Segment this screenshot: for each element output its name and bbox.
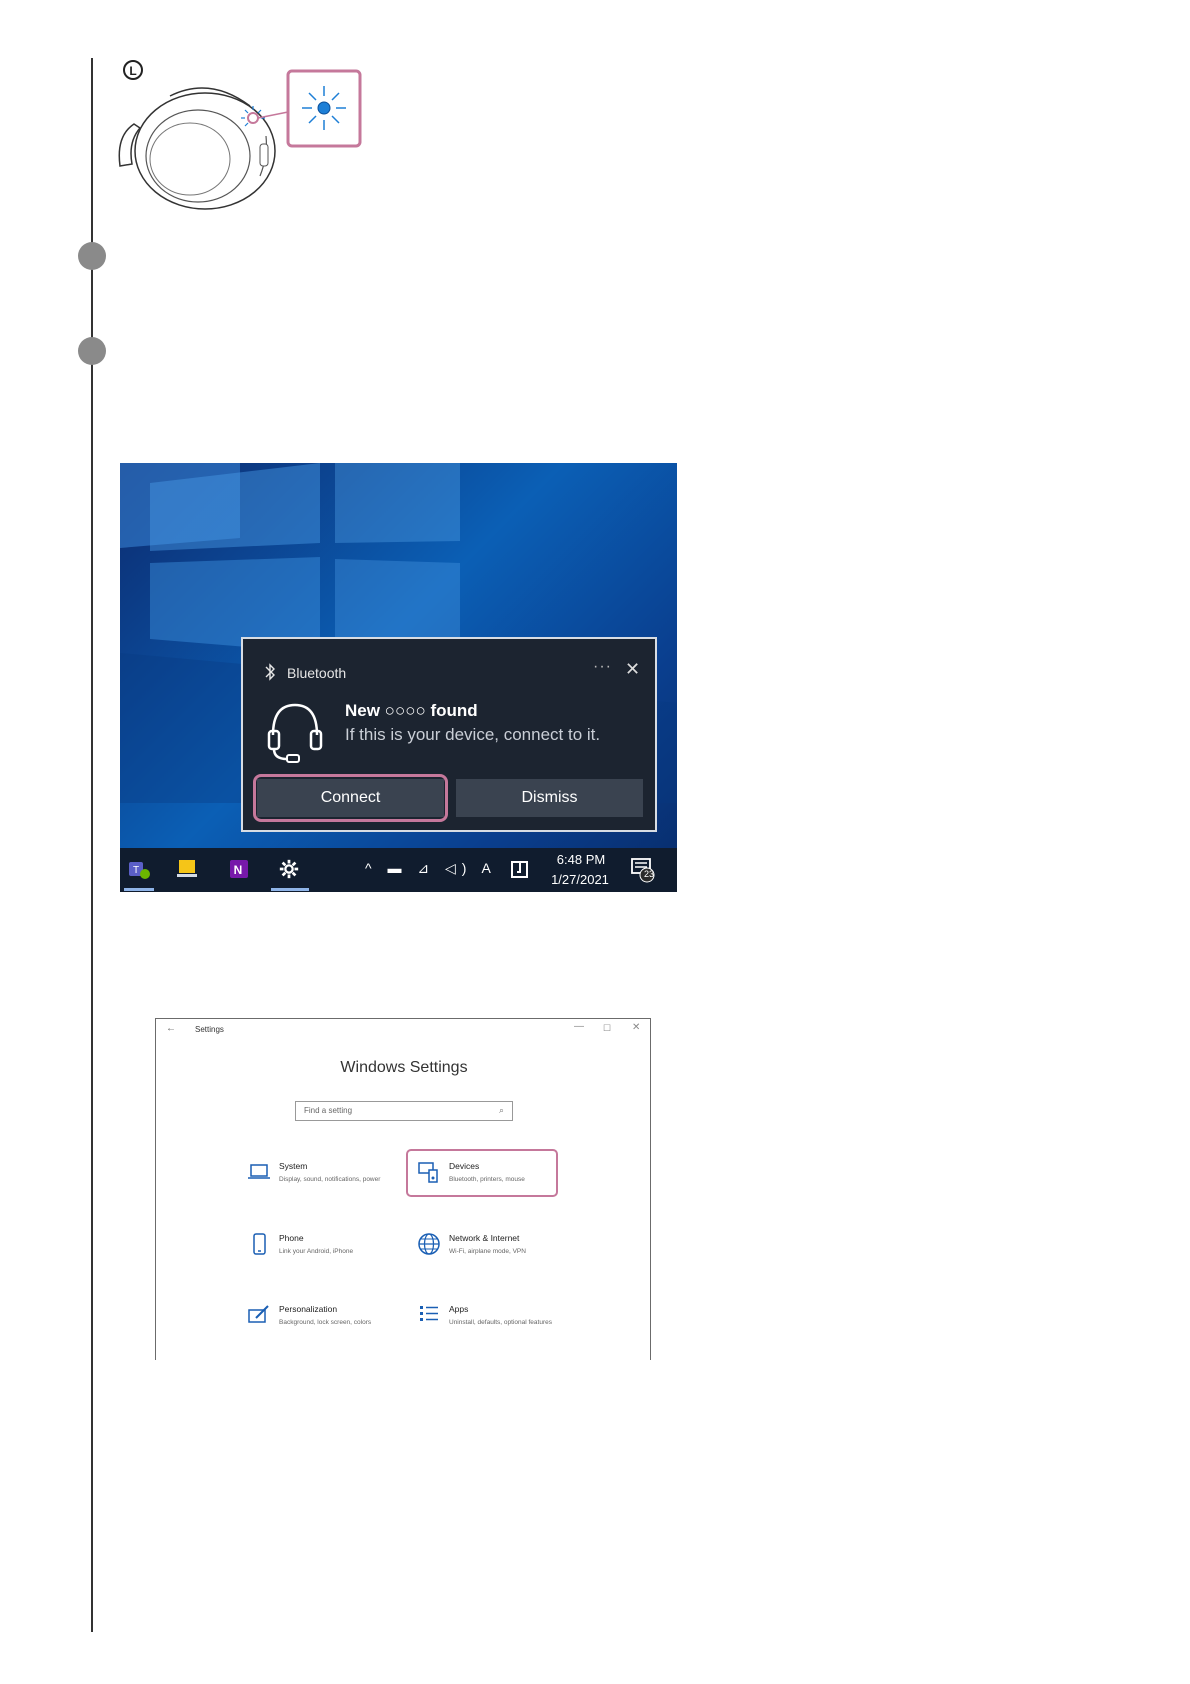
clock-date[interactable]: 1/27/2021 (543, 872, 617, 887)
windows-settings-window: ← Settings — ☐ ✕ Windows Settings Find a… (155, 1018, 651, 1360)
phone-icon (253, 1233, 266, 1255)
connect-highlight-frame (253, 774, 448, 822)
settings-item-title: Personalization (279, 1304, 338, 1314)
step-marker (78, 242, 106, 270)
svg-text:T: T (133, 865, 139, 876)
dismiss-button[interactable]: Dismiss (456, 779, 643, 817)
clock-time[interactable]: 6:48 PM (548, 852, 614, 867)
bluetooth-icon (265, 663, 275, 681)
window-title: Settings (195, 1025, 224, 1034)
settings-item-title: Phone (279, 1233, 304, 1243)
step-marker (78, 337, 106, 365)
taskbar: T N ^ ▬ ⊿ ◁) A 6:48 PM 1/27/2021 23 (120, 848, 677, 892)
onenote-icon[interactable]: N (226, 856, 252, 882)
settings-item-apps[interactable]: Apps Uninstall, defaults, optional featu… (416, 1302, 576, 1346)
windows-desktop-screenshot: Bluetooth ··· ✕ New ○○○○ found If this i… (120, 463, 677, 892)
settings-item-description: Background, lock screen, colors (279, 1319, 372, 1326)
whiteboard-app-icon[interactable] (174, 856, 200, 882)
settings-item-description: Display, sound, notifications, power (279, 1176, 381, 1183)
teams-icon[interactable]: T (126, 856, 152, 882)
settings-item-description: Wi-Fi, airplane mode, VPN (449, 1248, 526, 1255)
settings-item-description: Uninstall, defaults, optional features (449, 1319, 552, 1326)
close-icon[interactable]: ✕ (625, 659, 640, 680)
headset-icon (267, 703, 323, 763)
personalization-icon (248, 1305, 269, 1323)
settings-item-system[interactable]: System Display, sound, notifications, po… (246, 1159, 406, 1203)
notes-icon[interactable] (510, 860, 530, 880)
apps-icon (420, 1306, 438, 1321)
toast-app-name: Bluetooth (287, 665, 347, 681)
indicator-blinking-icon (317, 101, 331, 115)
page-title: Windows Settings (340, 1059, 468, 1076)
svg-text:N: N (234, 863, 243, 877)
settings-item-description: Link your Android, iPhone (279, 1248, 354, 1255)
step-timeline-line (91, 58, 93, 1632)
search-icon: ⌕ (499, 1105, 505, 1115)
active-app-indicator (124, 888, 154, 891)
settings-item-phone[interactable]: Phone Link your Android, iPhone (246, 1231, 406, 1275)
toast-title: New ○○○○ found (345, 701, 478, 720)
devices-highlight-frame (406, 1149, 558, 1197)
close-icon[interactable]: ✕ (632, 1022, 640, 1033)
more-options-icon[interactable]: ··· (593, 658, 612, 676)
settings-item-personalization[interactable]: Personalization Background, lock screen,… (246, 1302, 406, 1346)
search-input[interactable]: Find a setting (295, 1101, 513, 1121)
notification-count-badge: 23 (643, 869, 654, 879)
minimize-icon[interactable]: — (574, 1021, 584, 1032)
active-app-indicator (271, 888, 309, 891)
left-side-label: L (129, 64, 136, 78)
bluetooth-notification-toast: Bluetooth ··· ✕ New ○○○○ found If this i… (241, 637, 657, 832)
back-arrow-icon[interactable]: ← (166, 1023, 176, 1034)
settings-item-network[interactable]: Network & Internet Wi-Fi, airplane mode,… (416, 1231, 576, 1275)
toast-message: If this is your device, connect to it. (345, 725, 601, 744)
headphone-illustration: L (118, 60, 362, 210)
settings-item-title: Network & Internet (449, 1233, 520, 1243)
system-tray-icons[interactable]: ^ ▬ ⊿ ◁) A (365, 860, 497, 877)
maximize-icon[interactable]: ☐ (603, 1023, 611, 1034)
settings-item-title: Apps (449, 1304, 469, 1314)
globe-icon (418, 1233, 440, 1255)
settings-gear-icon[interactable] (276, 856, 302, 882)
laptop-icon (248, 1164, 270, 1179)
settings-item-title: System (279, 1161, 308, 1171)
